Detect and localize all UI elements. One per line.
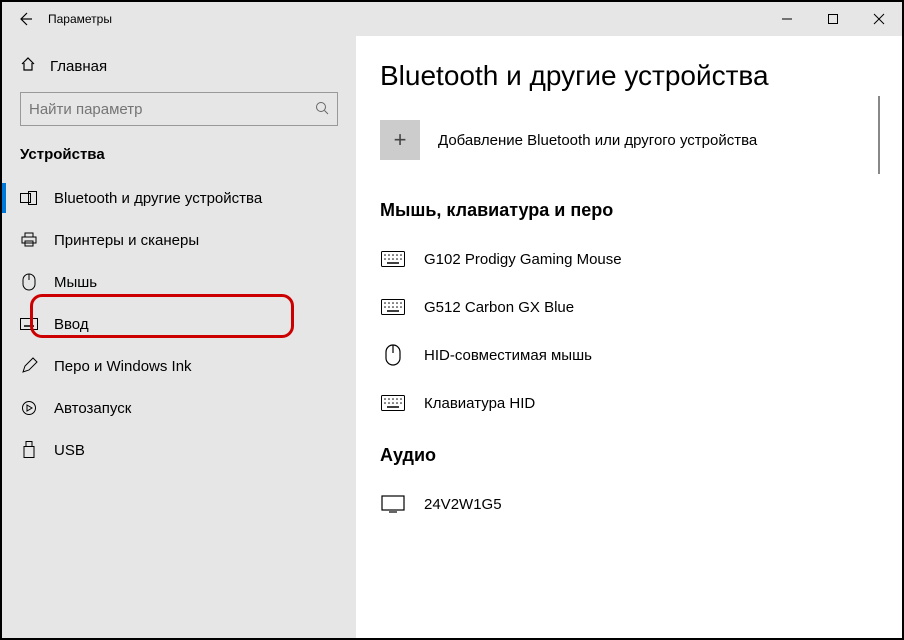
device-item[interactable]: G512 Carbon GX Blue <box>380 283 892 331</box>
keyboard-icon <box>20 318 38 330</box>
printer-icon <box>20 232 38 248</box>
pen-icon <box>20 358 38 374</box>
add-device-label: Добавление Bluetooth или другого устройс… <box>438 132 757 149</box>
back-button[interactable] <box>2 11 48 27</box>
device-name: G512 Carbon GX Blue <box>424 299 574 316</box>
devices-icon <box>20 191 38 205</box>
device-name: Клавиатура HID <box>424 395 535 412</box>
sidebar-item-label: Bluetooth и другие устройства <box>54 190 262 207</box>
titlebar: Параметры <box>2 2 902 36</box>
sidebar-item-label: Принтеры и сканеры <box>54 232 199 249</box>
sidebar-item-label: Мышь <box>54 274 97 291</box>
device-name: HID-совместимая мышь <box>424 347 592 364</box>
add-device-row[interactable]: + Добавление Bluetooth или другого устро… <box>380 120 892 160</box>
minimize-button[interactable] <box>764 2 810 36</box>
device-item[interactable]: HID-совместимая мышь <box>380 331 892 379</box>
keyboard-icon <box>380 299 406 315</box>
sidebar-item-usb[interactable]: USB <box>2 429 356 471</box>
window-title: Параметры <box>48 12 112 26</box>
scrollbar[interactable] <box>878 96 880 174</box>
sidebar-item-autoplay[interactable]: Автозапуск <box>2 387 356 429</box>
sidebar-item-label: Автозапуск <box>54 400 131 417</box>
device-item[interactable]: Клавиатура HID <box>380 379 892 427</box>
home-link[interactable]: Главная <box>2 46 356 86</box>
monitor-icon <box>380 495 406 513</box>
sidebar-item-label: Перо и Windows Ink <box>54 358 192 375</box>
section-heading-input: Мышь, клавиатура и перо <box>380 200 892 221</box>
home-icon <box>20 56 36 76</box>
sidebar-item-pen[interactable]: Перо и Windows Ink <box>2 345 356 387</box>
device-item[interactable]: 24V2W1G5 <box>380 480 892 528</box>
main-panel: Bluetooth и другие устройства + Добавлен… <box>356 36 902 638</box>
search-input[interactable] <box>29 101 315 118</box>
search-input-wrap[interactable] <box>20 92 338 126</box>
sidebar-item-label: USB <box>54 442 85 459</box>
maximize-button[interactable] <box>810 2 856 36</box>
sidebar-heading: Устройства <box>2 140 356 177</box>
autoplay-icon <box>20 400 38 416</box>
device-name: G102 Prodigy Gaming Mouse <box>424 251 622 268</box>
mouse-icon <box>380 344 406 366</box>
search-icon <box>315 101 329 118</box>
keyboard-icon <box>380 251 406 267</box>
device-name: 24V2W1G5 <box>424 496 502 513</box>
device-item[interactable]: G102 Prodigy Gaming Mouse <box>380 235 892 283</box>
sidebar-item-bluetooth[interactable]: Bluetooth и другие устройства <box>2 177 356 219</box>
close-button[interactable] <box>856 2 902 36</box>
sidebar-item-mouse[interactable]: Мышь <box>2 261 356 303</box>
sidebar-item-label: Ввод <box>54 316 89 333</box>
page-title: Bluetooth и другие устройства <box>380 60 892 92</box>
section-heading-audio: Аудио <box>380 445 892 466</box>
sidebar: Главная Устройства Bluetooth и другие ус… <box>2 36 356 638</box>
home-label: Главная <box>50 58 107 75</box>
usb-icon <box>20 441 38 459</box>
keyboard-icon <box>380 395 406 411</box>
sidebar-item-printers[interactable]: Принтеры и сканеры <box>2 219 356 261</box>
plus-icon: + <box>380 120 420 160</box>
sidebar-item-typing[interactable]: Ввод <box>2 303 356 345</box>
mouse-icon <box>20 273 38 291</box>
